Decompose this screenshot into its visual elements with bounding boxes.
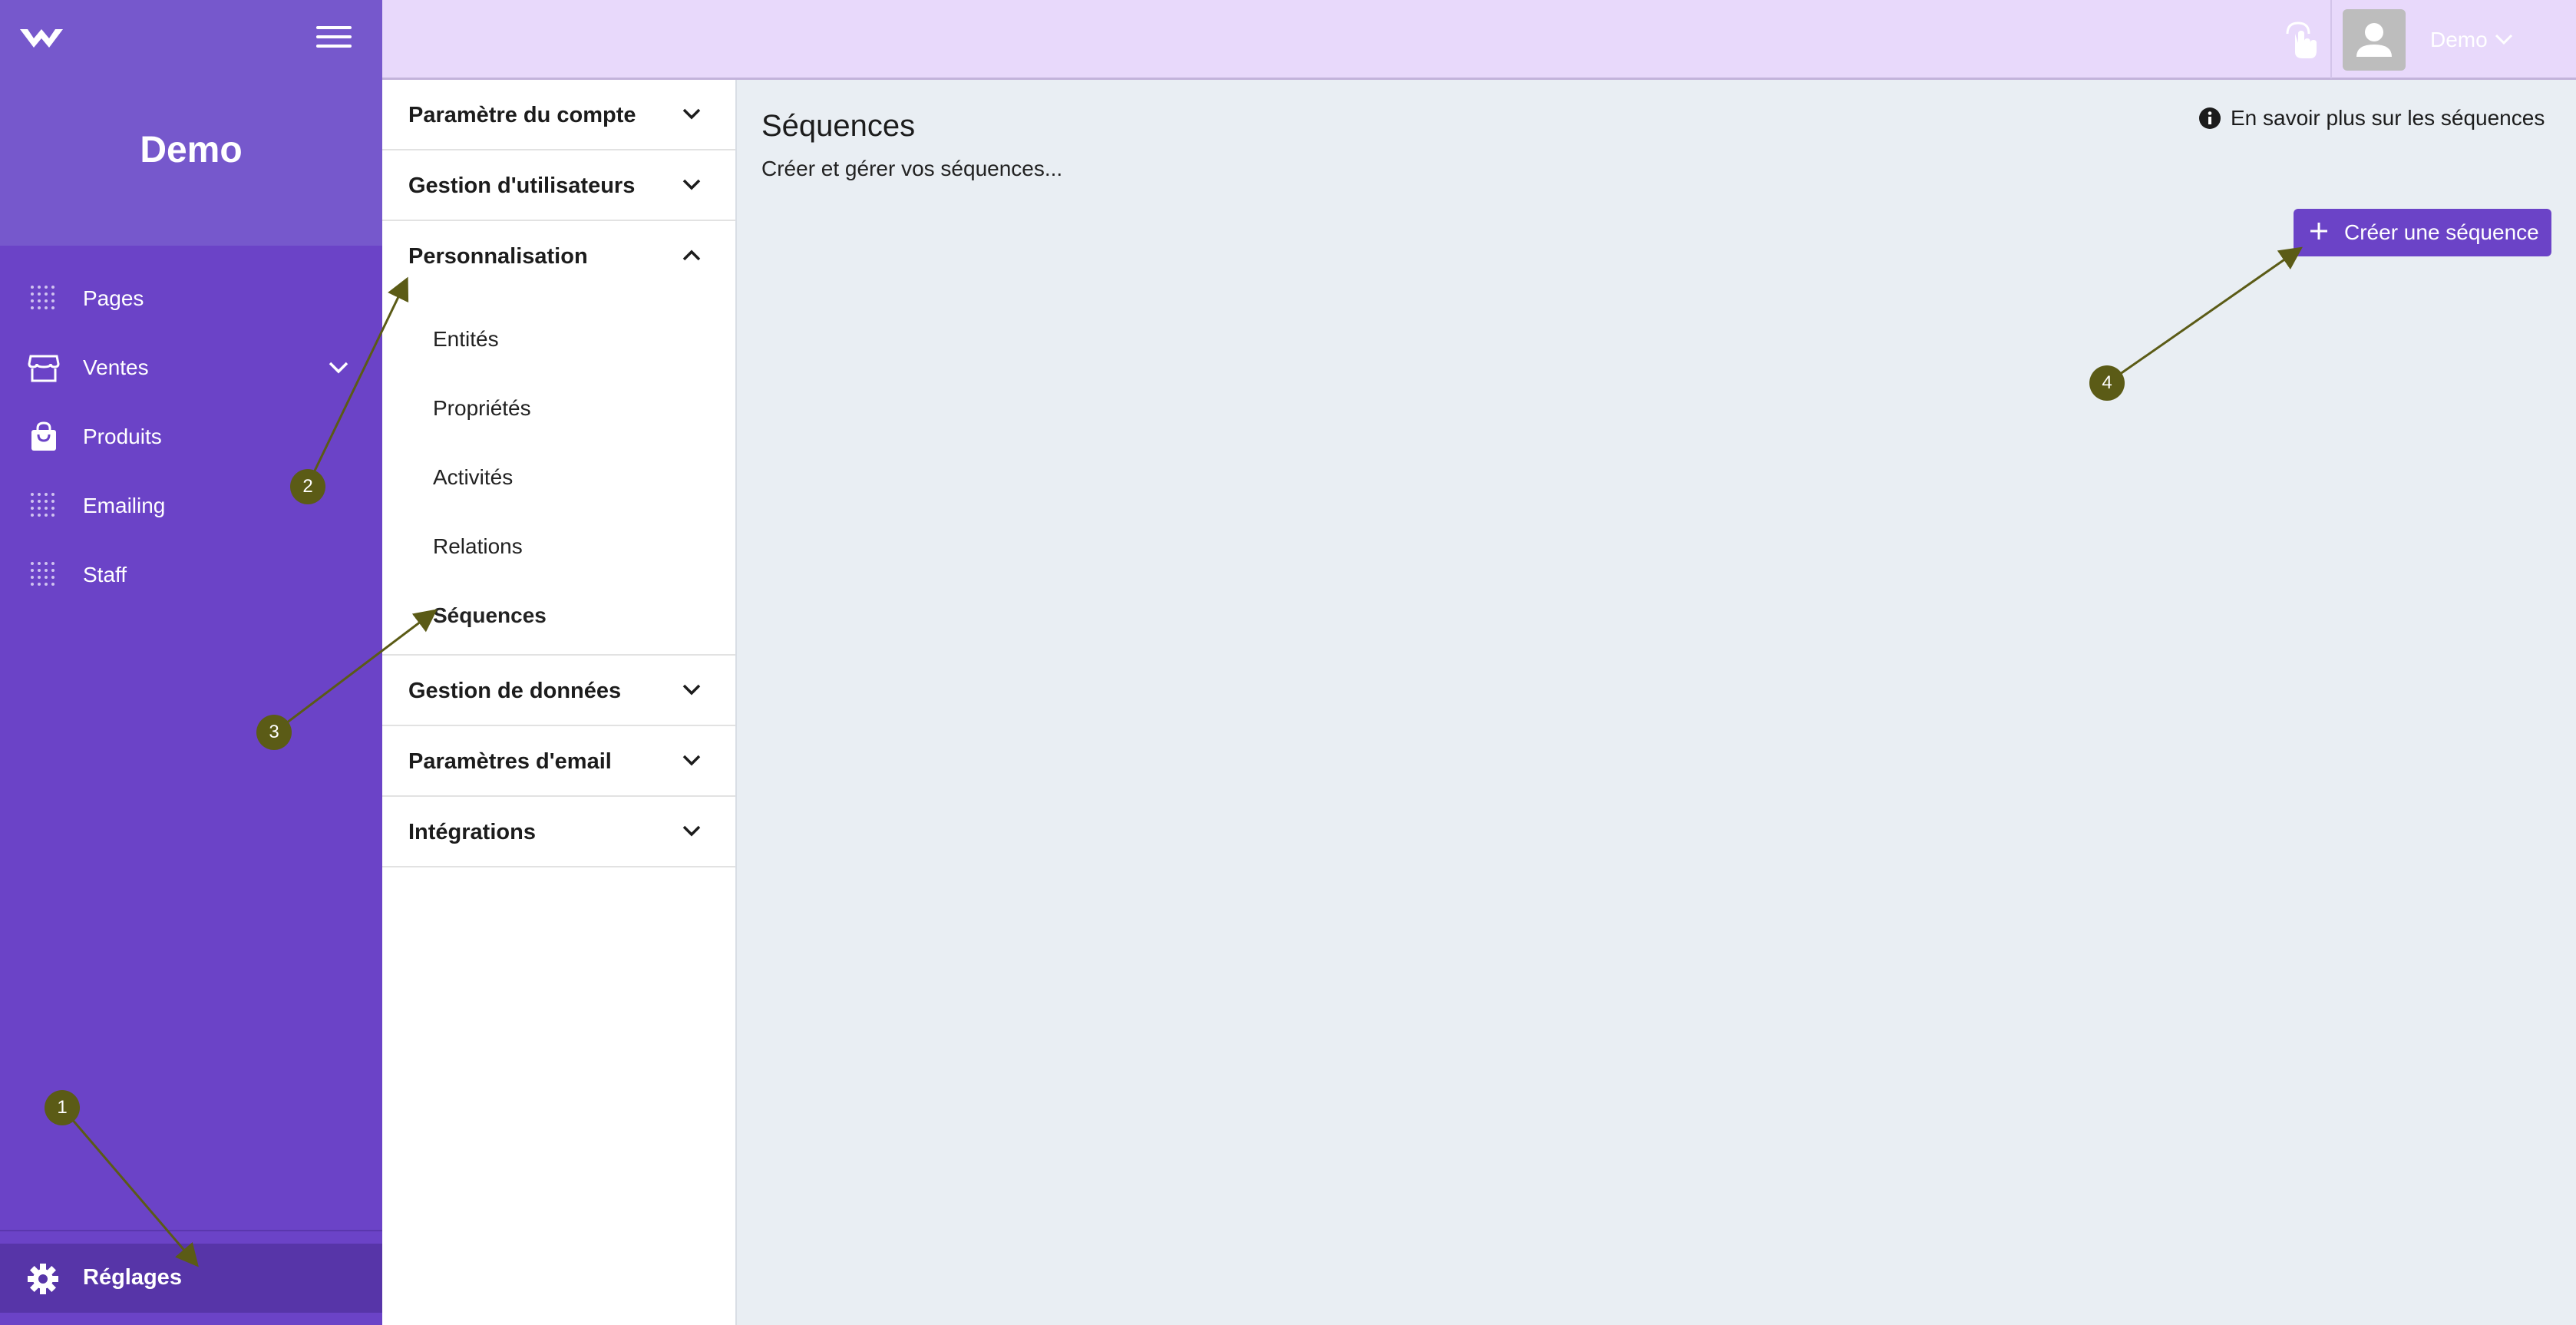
menu-toggle-icon[interactable] [316,26,352,52]
section-personnalisation[interactable]: Personnalisation [382,221,735,292]
sidebar-item-label: Réglages [83,1265,182,1290]
annotation-badge-1: 1 [45,1090,80,1125]
section-gestion-de-donnees[interactable]: Gestion de données [382,656,735,726]
sidebar-divider [0,1230,382,1231]
grid-dots-icon [31,286,54,309]
touch-hand-icon[interactable] [2280,18,2321,61]
grid-dots-icon [31,493,54,517]
top-bar [382,0,2576,80]
sidebar-item-label: Produits [83,425,162,448]
section-label: Paramètres d'email [408,749,612,774]
chevron-down-icon [682,755,701,766]
grid-dots-icon [31,562,54,586]
section-parametres-email[interactable]: Paramètres d'email [382,726,735,797]
section-parametre-du-compte[interactable]: Paramètre du compte [382,80,735,150]
storefront-icon [28,355,60,382]
workspace-name: Demo [140,130,243,170]
menu-item-sequences[interactable]: Séquences [433,603,547,628]
sidebar-item-label: Staff [83,563,127,587]
menu-item-relations[interactable]: Relations [433,534,523,559]
section-gestion-utilisateurs[interactable]: Gestion d'utilisateurs [382,150,735,221]
chevron-down-icon[interactable] [325,356,352,379]
sidebar-item-pages[interactable]: Pages [0,264,382,333]
chevron-down-icon [682,825,701,837]
sidebar-item-label: Emailing [83,494,166,517]
shopping-bag-icon [31,421,56,451]
menu-item-proprietes[interactable]: Propriétés [433,396,531,421]
section-label: Gestion d'utilisateurs [408,173,636,198]
section-label: Paramètre du compte [408,103,636,127]
section-label: Gestion de données [408,679,622,703]
sidebar: Demo Pages Ventes Produits Emailing Staf… [0,0,382,1325]
avatar[interactable] [2343,9,2406,71]
create-sequence-button[interactable]: Créer une séquence [2294,209,2551,256]
page-title: Séquences [761,109,916,143]
sidebar-item-ventes[interactable]: Ventes [0,333,382,402]
user-icon [2356,23,2392,57]
gear-icon [28,1264,58,1294]
page-subtitle: Créer et gérer vos séquences... [761,157,1063,180]
learn-more-link[interactable]: En savoir plus sur les séquences [2198,106,2545,131]
topbar-separator [2330,0,2332,78]
menu-item-entites[interactable]: Entités [433,327,499,352]
user-menu-name[interactable]: Demo [2430,28,2488,52]
learn-more-label: En savoir plus sur les séquences [2231,106,2545,130]
sidebar-item-label: Pages [83,286,144,310]
sidebar-item-label: Ventes [83,355,149,379]
section-label: Personnalisation [408,244,588,269]
plus-icon [2310,223,2327,240]
chevron-down-icon [682,108,701,120]
sidebar-item-staff[interactable]: Staff [0,540,382,610]
chevron-down-icon[interactable] [2493,29,2515,49]
settings-menu: Paramètre du compte Gestion d'utilisateu… [382,80,737,1325]
section-integrations[interactable]: Intégrations [382,797,735,867]
section-label: Intégrations [408,820,536,844]
chevron-down-icon [682,684,701,696]
annotation-badge-3: 3 [256,715,292,750]
sidebar-header: Demo [0,0,382,246]
sidebar-nav: Pages Ventes Produits Emailing Staff [0,264,382,610]
sidebar-item-produits[interactable]: Produits [0,402,382,471]
info-icon [2199,107,2221,129]
chevron-down-icon [682,179,701,190]
create-sequence-label: Créer une séquence [2344,220,2539,244]
annotation-badge-4: 4 [2089,365,2125,401]
menu-item-activites[interactable]: Activités [433,465,513,490]
sidebar-item-reglages[interactable]: Réglages [0,1244,382,1313]
annotation-badge-2: 2 [290,469,325,504]
logo-icon [20,29,63,48]
chevron-up-icon [682,249,701,261]
